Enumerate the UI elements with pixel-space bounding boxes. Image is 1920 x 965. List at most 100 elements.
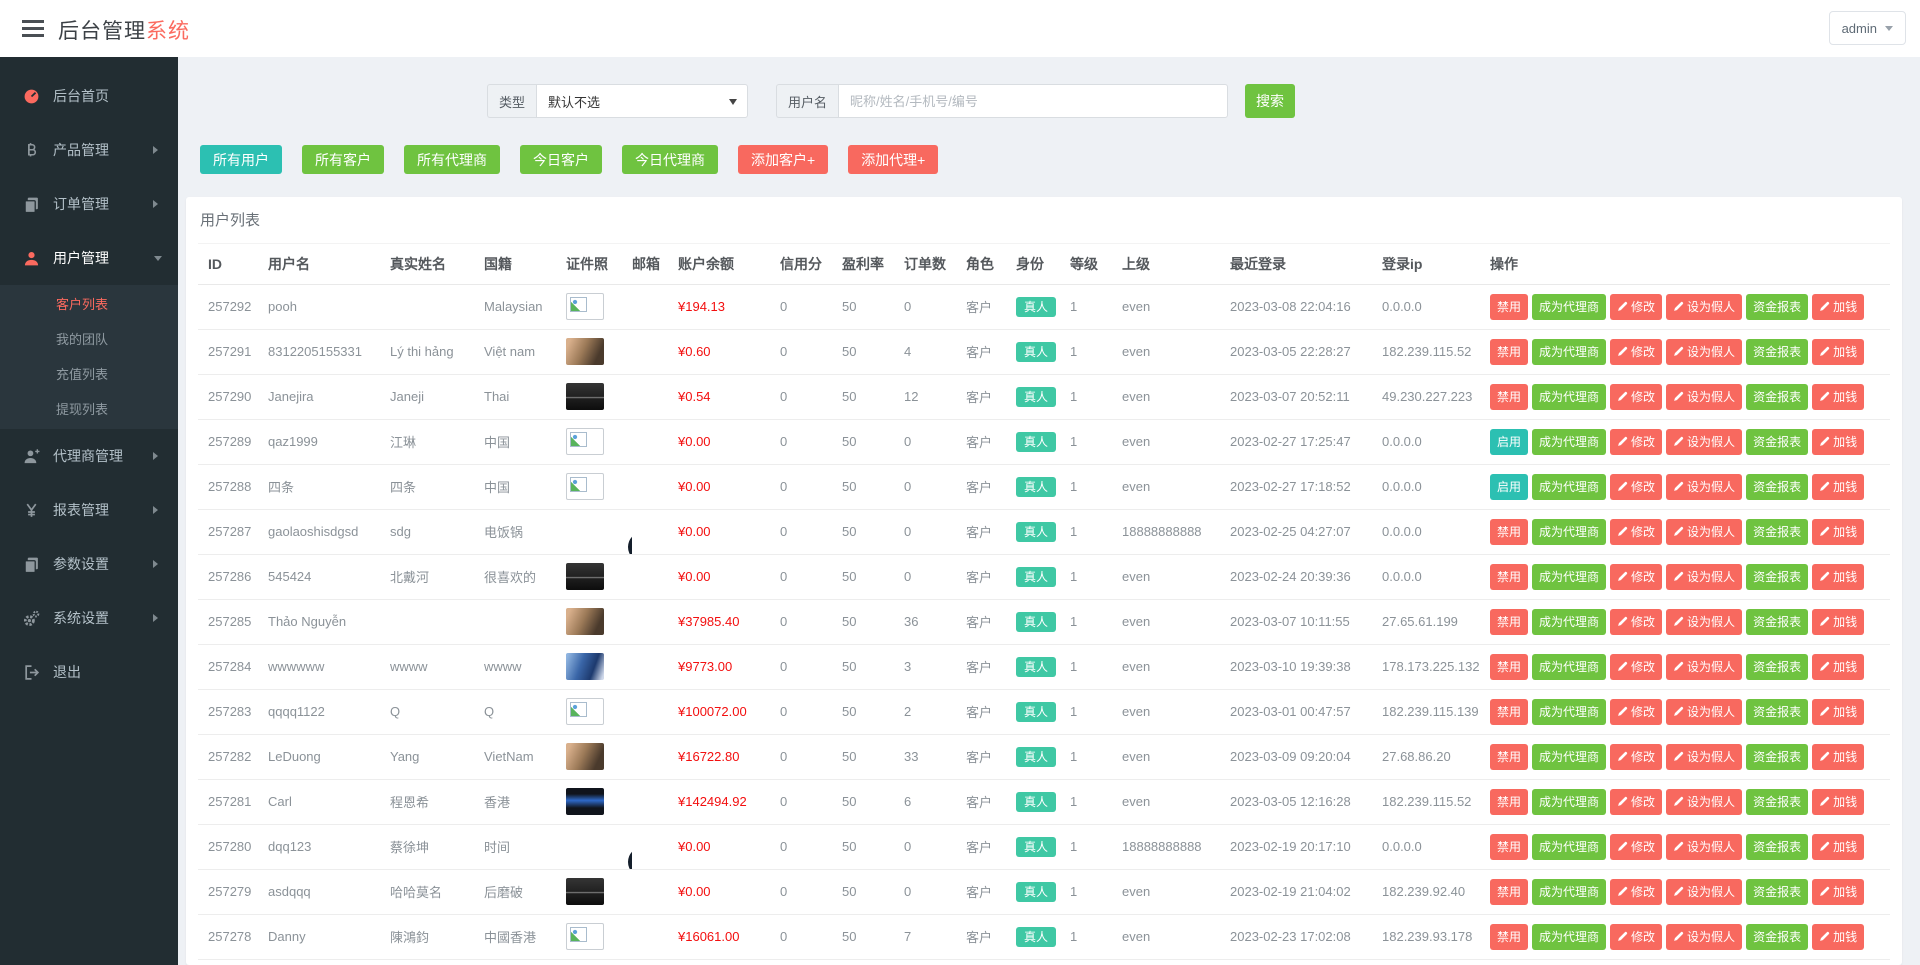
toggle-status-button[interactable]: 禁用 (1490, 699, 1528, 725)
add-money-button[interactable]: 加钱 (1812, 879, 1864, 905)
search-button[interactable]: 搜索 (1245, 84, 1295, 118)
edit-button[interactable]: 修改 (1610, 564, 1662, 590)
set-fake-button[interactable]: 设为假人 (1666, 384, 1742, 410)
sidebar-item-products[interactable]: 产品管理 (0, 123, 178, 177)
become-agent-button[interactable]: 成为代理商 (1532, 294, 1606, 320)
add-money-button[interactable]: 加钱 (1812, 789, 1864, 815)
edit-button[interactable]: 修改 (1610, 789, 1662, 815)
become-agent-button[interactable]: 成为代理商 (1532, 789, 1606, 815)
toggle-status-button[interactable]: 启用 (1490, 474, 1528, 500)
sidebar-item-orders[interactable]: 订单管理 (0, 177, 178, 231)
toggle-status-button[interactable]: 禁用 (1490, 384, 1528, 410)
edit-button[interactable]: 修改 (1610, 294, 1662, 320)
all-agents-button[interactable]: 所有代理商 (404, 145, 500, 174)
fund-report-button[interactable]: 资金报表 (1746, 294, 1808, 320)
set-fake-button[interactable]: 设为假人 (1666, 294, 1742, 320)
today-customers-button[interactable]: 今日客户 (520, 145, 602, 174)
become-agent-button[interactable]: 成为代理商 (1532, 654, 1606, 680)
edit-button[interactable]: 修改 (1610, 384, 1662, 410)
today-agents-button[interactable]: 今日代理商 (622, 145, 718, 174)
edit-button[interactable]: 修改 (1610, 744, 1662, 770)
set-fake-button[interactable]: 设为假人 (1666, 474, 1742, 500)
add-money-button[interactable]: 加钱 (1812, 564, 1864, 590)
toggle-status-button[interactable]: 禁用 (1490, 564, 1528, 590)
become-agent-button[interactable]: 成为代理商 (1532, 564, 1606, 590)
add-money-button[interactable]: 加钱 (1812, 519, 1864, 545)
add-money-button[interactable]: 加钱 (1812, 384, 1864, 410)
sidebar-item-reports[interactable]: 报表管理 (0, 483, 178, 537)
set-fake-button[interactable]: 设为假人 (1666, 924, 1742, 950)
fund-report-button[interactable]: 资金报表 (1746, 789, 1808, 815)
edit-button[interactable]: 修改 (1610, 339, 1662, 365)
become-agent-button[interactable]: 成为代理商 (1532, 879, 1606, 905)
set-fake-button[interactable]: 设为假人 (1666, 429, 1742, 455)
toggle-status-button[interactable]: 禁用 (1490, 339, 1528, 365)
set-fake-button[interactable]: 设为假人 (1666, 339, 1742, 365)
fund-report-button[interactable]: 资金报表 (1746, 834, 1808, 860)
toggle-status-button[interactable]: 禁用 (1490, 789, 1528, 815)
edit-button[interactable]: 修改 (1610, 879, 1662, 905)
become-agent-button[interactable]: 成为代理商 (1532, 519, 1606, 545)
toggle-status-button[interactable]: 启用 (1490, 429, 1528, 455)
set-fake-button[interactable]: 设为假人 (1666, 834, 1742, 860)
hamburger-menu-icon[interactable] (22, 20, 44, 37)
become-agent-button[interactable]: 成为代理商 (1532, 924, 1606, 950)
sidebar-item-dashboard[interactable]: 后台首页 (0, 69, 178, 123)
sidebar-item-system[interactable]: 系统设置 (0, 591, 178, 645)
edit-button[interactable]: 修改 (1610, 609, 1662, 635)
toggle-status-button[interactable]: 禁用 (1490, 879, 1528, 905)
become-agent-button[interactable]: 成为代理商 (1532, 744, 1606, 770)
add-money-button[interactable]: 加钱 (1812, 429, 1864, 455)
fund-report-button[interactable]: 资金报表 (1746, 429, 1808, 455)
sidebar-subitem-withdraw-list[interactable]: 提现列表 (0, 392, 178, 427)
become-agent-button[interactable]: 成为代理商 (1532, 339, 1606, 365)
edit-button[interactable]: 修改 (1610, 834, 1662, 860)
type-select[interactable]: 默认不选 (536, 84, 748, 118)
sidebar-item-users[interactable]: 用户管理 (0, 231, 178, 285)
fund-report-button[interactable]: 资金报表 (1746, 339, 1808, 365)
all-users-button[interactable]: 所有用户 (200, 145, 282, 174)
fund-report-button[interactable]: 资金报表 (1746, 474, 1808, 500)
add-money-button[interactable]: 加钱 (1812, 699, 1864, 725)
edit-button[interactable]: 修改 (1610, 519, 1662, 545)
fund-report-button[interactable]: 资金报表 (1746, 654, 1808, 680)
fund-report-button[interactable]: 资金报表 (1746, 744, 1808, 770)
toggle-status-button[interactable]: 禁用 (1490, 834, 1528, 860)
fund-report-button[interactable]: 资金报表 (1746, 699, 1808, 725)
set-fake-button[interactable]: 设为假人 (1666, 699, 1742, 725)
sidebar-item-logout[interactable]: 退出 (0, 645, 178, 699)
add-money-button[interactable]: 加钱 (1812, 609, 1864, 635)
edit-button[interactable]: 修改 (1610, 654, 1662, 680)
set-fake-button[interactable]: 设为假人 (1666, 564, 1742, 590)
add-customer-button[interactable]: 添加客户+ (738, 145, 828, 174)
become-agent-button[interactable]: 成为代理商 (1532, 699, 1606, 725)
set-fake-button[interactable]: 设为假人 (1666, 744, 1742, 770)
set-fake-button[interactable]: 设为假人 (1666, 879, 1742, 905)
toggle-status-button[interactable]: 禁用 (1490, 744, 1528, 770)
become-agent-button[interactable]: 成为代理商 (1532, 384, 1606, 410)
edit-button[interactable]: 修改 (1610, 474, 1662, 500)
fund-report-button[interactable]: 资金报表 (1746, 564, 1808, 590)
fund-report-button[interactable]: 资金报表 (1746, 879, 1808, 905)
all-customers-button[interactable]: 所有客户 (302, 145, 384, 174)
toggle-status-button[interactable]: 禁用 (1490, 609, 1528, 635)
become-agent-button[interactable]: 成为代理商 (1532, 474, 1606, 500)
fund-report-button[interactable]: 资金报表 (1746, 609, 1808, 635)
set-fake-button[interactable]: 设为假人 (1666, 654, 1742, 680)
add-money-button[interactable]: 加钱 (1812, 924, 1864, 950)
sidebar-subitem-my-team[interactable]: 我的团队 (0, 322, 178, 357)
become-agent-button[interactable]: 成为代理商 (1532, 429, 1606, 455)
sidebar-subitem-recharge-list[interactable]: 充值列表 (0, 357, 178, 392)
become-agent-button[interactable]: 成为代理商 (1532, 834, 1606, 860)
edit-button[interactable]: 修改 (1610, 924, 1662, 950)
toggle-status-button[interactable]: 禁用 (1490, 654, 1528, 680)
edit-button[interactable]: 修改 (1610, 429, 1662, 455)
set-fake-button[interactable]: 设为假人 (1666, 789, 1742, 815)
fund-report-button[interactable]: 资金报表 (1746, 384, 1808, 410)
add-money-button[interactable]: 加钱 (1812, 339, 1864, 365)
sidebar-item-params[interactable]: 参数设置 (0, 537, 178, 591)
username-input[interactable] (838, 84, 1228, 118)
add-money-button[interactable]: 加钱 (1812, 744, 1864, 770)
fund-report-button[interactable]: 资金报表 (1746, 924, 1808, 950)
toggle-status-button[interactable]: 禁用 (1490, 924, 1528, 950)
